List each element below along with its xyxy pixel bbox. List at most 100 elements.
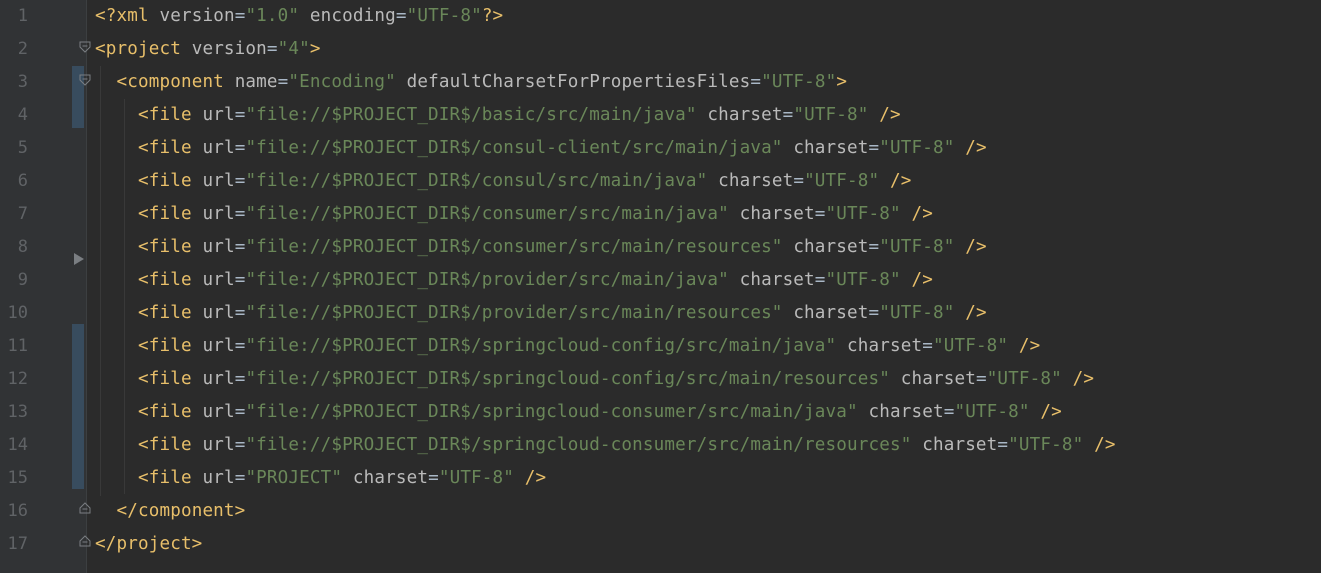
token-tag: <file xyxy=(137,105,192,125)
token-tag: <file xyxy=(137,237,192,257)
code-line[interactable]: 12 <file url="file://$PROJECT_DIR$/sprin… xyxy=(0,363,1321,396)
token-text: = xyxy=(234,6,246,26)
code-text[interactable]: <file url="PROJECT" charset="UTF-8" /> xyxy=(95,462,546,495)
token-val: "UTF-8" xyxy=(825,204,901,224)
token-val: "file://$PROJECT_DIR$/provider/src/main/… xyxy=(245,270,729,290)
token-attr: charset xyxy=(922,435,998,455)
code-line[interactable]: 13 <file url="file://$PROJECT_DIR$/sprin… xyxy=(0,396,1321,429)
token-attr: name xyxy=(234,72,278,92)
token-text: = xyxy=(793,171,805,191)
token-val: "UTF-8" xyxy=(879,303,955,323)
token-tag: /> xyxy=(1094,435,1116,455)
token-val: "UTF-8" xyxy=(954,402,1030,422)
code-text[interactable]: <file url="file://$PROJECT_DIR$/springcl… xyxy=(95,363,1094,396)
token-text: = xyxy=(266,39,278,59)
token-val: "file://$PROJECT_DIR$/springcloud-consum… xyxy=(245,402,858,422)
token-val: "UTF-8" xyxy=(406,6,482,26)
code-line[interactable]: 9 <file url="file://$PROJECT_DIR$/provid… xyxy=(0,264,1321,297)
code-line[interactable]: 14 <file url="file://$PROJECT_DIR$/sprin… xyxy=(0,429,1321,462)
token-text: = xyxy=(782,105,794,125)
token-val: "UTF-8" xyxy=(932,336,1009,356)
code-line[interactable]: 8 <file url="file://$PROJECT_DIR$/consum… xyxy=(0,231,1321,264)
code-line[interactable]: 1 <?xml version="1.0" encoding="UTF-8"?> xyxy=(0,0,1321,33)
code-editor[interactable]: 1 <?xml version="1.0" encoding="UTF-8"?> 2… xyxy=(0,0,1321,573)
token-tag: <file xyxy=(137,468,192,488)
token-val: "file://$PROJECT_DIR$/basic/src/main/jav… xyxy=(245,105,697,125)
token-val: "file://$PROJECT_DIR$/consumer/src/main/… xyxy=(245,204,729,224)
token-tag: /> xyxy=(890,171,912,191)
token-val: "UTF-8" xyxy=(804,171,880,191)
code-text[interactable]: <file url="file://$PROJECT_DIR$/springcl… xyxy=(95,396,1062,429)
token-val: "UTF-8" xyxy=(793,105,869,125)
line-number: 2 xyxy=(17,39,28,59)
token-text: = xyxy=(234,138,246,158)
token-attr: charset xyxy=(739,270,815,290)
code-text[interactable]: </project> xyxy=(95,528,202,561)
code-text[interactable]: <file url="file://$PROJECT_DIR$/springcl… xyxy=(95,429,1116,462)
token-punct: ?> xyxy=(481,6,504,26)
code-text[interactable]: <file url="file://$PROJECT_DIR$/springcl… xyxy=(95,330,1040,363)
token-tag: /> xyxy=(1040,402,1062,422)
token-val: "file://$PROJECT_DIR$/consul/src/main/ja… xyxy=(245,171,708,191)
code-text[interactable]: </component> xyxy=(95,495,246,528)
code-line[interactable]: 6 <file url="file://$PROJECT_DIR$/consul… xyxy=(0,165,1321,198)
line-number: 3 xyxy=(17,72,28,92)
token-attr: url xyxy=(202,369,235,389)
code-text[interactable]: <file url="file://$PROJECT_DIR$/provider… xyxy=(95,264,933,297)
line-number: 8 xyxy=(17,237,28,257)
code-text[interactable]: <file url="file://$PROJECT_DIR$/consumer… xyxy=(95,198,933,231)
token-attr: charset xyxy=(868,402,944,422)
line-number: 10 xyxy=(7,303,28,323)
line-number: 13 xyxy=(7,402,28,422)
code-line[interactable]: 11 <file url="file://$PROJECT_DIR$/sprin… xyxy=(0,330,1321,363)
token-val: "UTF-8" xyxy=(879,138,955,158)
code-line[interactable]: 16 </component> xyxy=(0,495,1321,528)
token-val: "UTF-8" xyxy=(1008,435,1084,455)
code-line[interactable]: 17 </project> xyxy=(0,528,1321,561)
code-line[interactable]: 3 <component name="Encoding" defaultChar… xyxy=(0,66,1321,99)
code-text[interactable]: <project version="4"> xyxy=(95,33,321,66)
code-text[interactable]: <file url="file://$PROJECT_DIR$/provider… xyxy=(95,297,987,330)
token-val: "PROJECT" xyxy=(245,468,343,488)
code-text[interactable]: <file url="file://$PROJECT_DIR$/basic/sr… xyxy=(95,99,901,132)
token-punct: <? xyxy=(95,6,117,26)
code-line[interactable]: 15 <file url="PROJECT" charset="UTF-8" /… xyxy=(0,462,1321,495)
token-text: = xyxy=(234,171,246,191)
code-line[interactable]: 7 <file url="file://$PROJECT_DIR$/consum… xyxy=(0,198,1321,231)
token-text: = xyxy=(997,435,1009,455)
code-line[interactable]: 5 <file url="file://$PROJECT_DIR$/consul… xyxy=(0,132,1321,165)
token-attr: url xyxy=(202,204,235,224)
code-text[interactable]: <file url="file://$PROJECT_DIR$/consumer… xyxy=(95,231,987,264)
code-text[interactable]: <component name="Encoding" defaultCharse… xyxy=(95,66,847,99)
code-text[interactable]: <file url="file://$PROJECT_DIR$/consul/s… xyxy=(95,165,912,198)
code-line[interactable]: 2 <project version="4"> xyxy=(0,33,1321,66)
token-tag: <component xyxy=(116,72,224,92)
code-line[interactable]: 4 <file url="file://$PROJECT_DIR$/basic/… xyxy=(0,99,1321,132)
token-tag: <file xyxy=(137,138,192,158)
token-val: "UTF-8" xyxy=(825,270,901,290)
code-text[interactable]: <file url="file://$PROJECT_DIR$/consul-c… xyxy=(95,132,987,165)
code-line[interactable]: 10 <file url="file://$PROJECT_DIR$/provi… xyxy=(0,297,1321,330)
token-attr: encoding xyxy=(309,6,396,26)
code-text[interactable]: <?xml version="1.0" encoding="UTF-8"?> xyxy=(95,0,503,33)
